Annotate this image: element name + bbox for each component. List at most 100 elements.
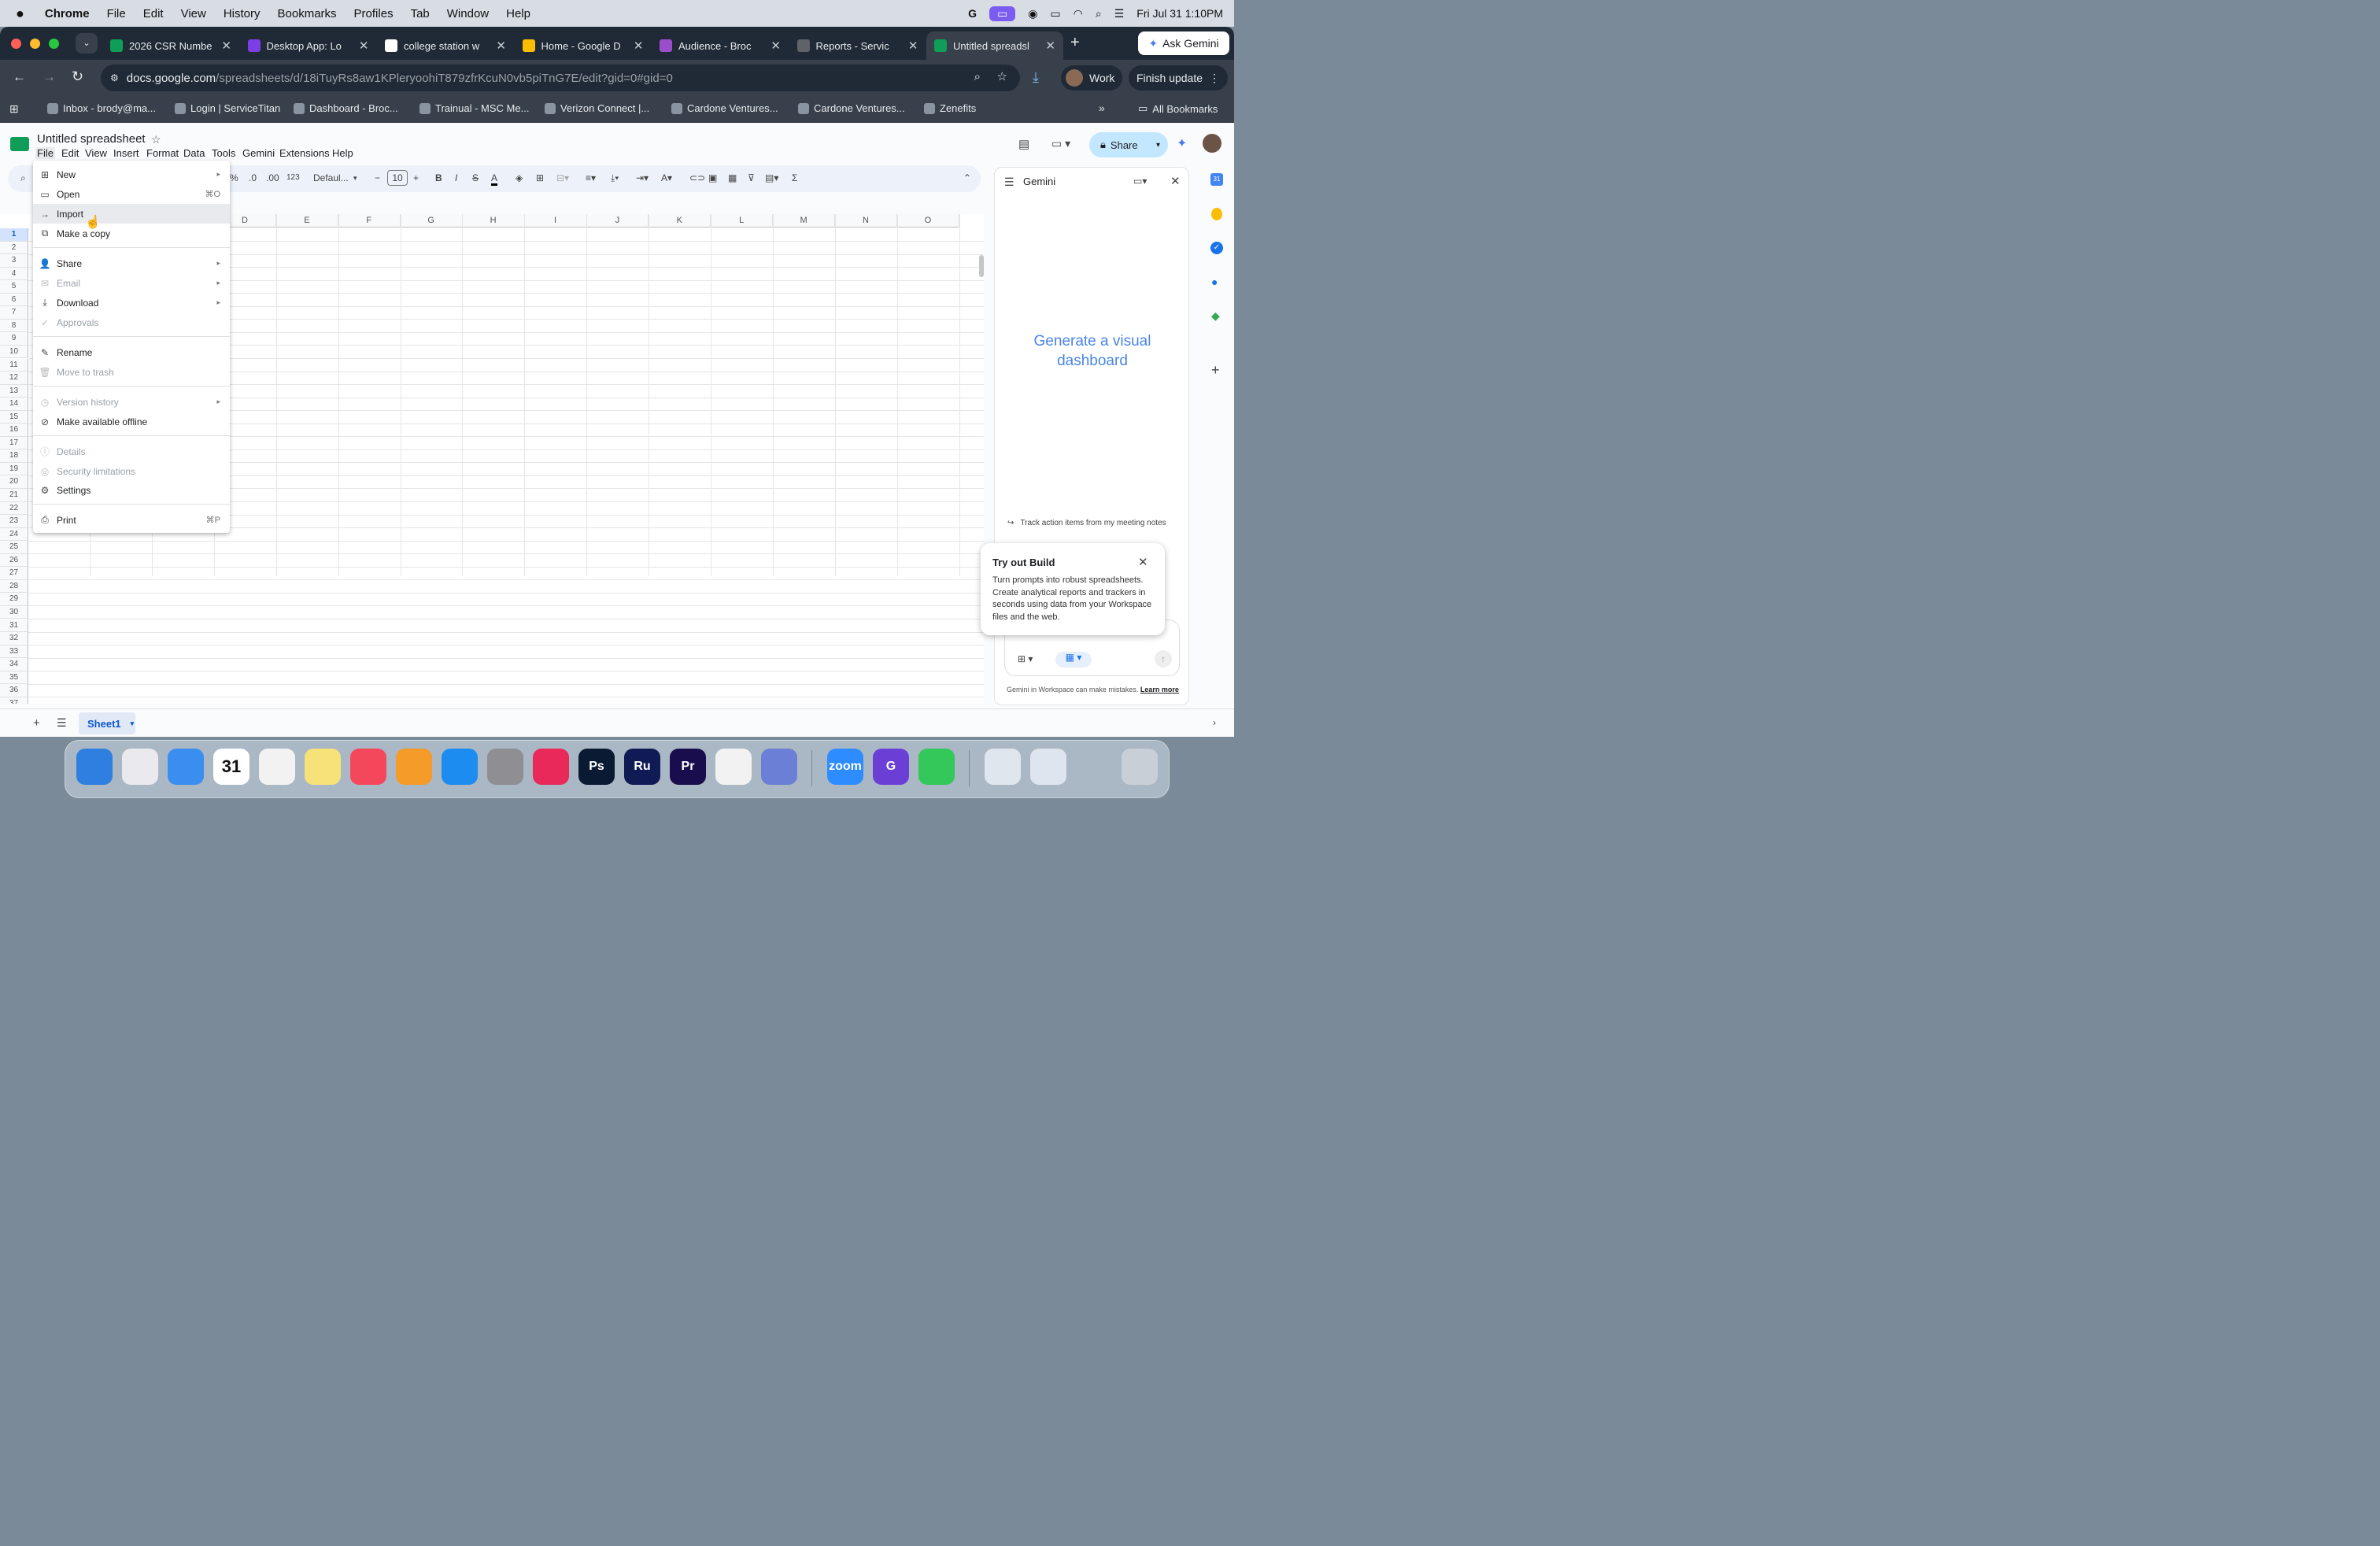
browser-tab[interactable]: Desktop App: Lo ✕ (240, 31, 377, 60)
menubar-item-view[interactable]: View (181, 7, 206, 20)
bold-button[interactable]: B (435, 172, 442, 183)
close-tab-icon[interactable]: ✕ (221, 39, 231, 53)
row-header[interactable]: 32 (0, 632, 28, 645)
dock-pages-icon[interactable] (396, 749, 432, 785)
close-tab-icon[interactable]: ✕ (634, 39, 644, 53)
column-header[interactable]: M (773, 214, 836, 227)
column-header[interactable]: J (586, 214, 649, 227)
screen-share-icon[interactable]: ▭ (989, 6, 1016, 21)
dock-mail-icon[interactable] (168, 749, 204, 785)
zoom-icon[interactable]: ⌕ (974, 70, 981, 83)
star-icon[interactable]: ☆ (151, 133, 161, 146)
row-header[interactable]: 24 (0, 527, 28, 542)
text-color-button[interactable]: A (491, 172, 498, 186)
row-header[interactable]: 25 (0, 541, 28, 554)
bookmark-item[interactable]: Verizon Connect |... (545, 102, 649, 114)
merge-cells-icon[interactable]: ⊟▾ (556, 172, 569, 183)
file-menu-details[interactable]: ⓘ Details (33, 442, 230, 461)
row-header[interactable]: 22 (0, 501, 28, 516)
sheets-menu-tools[interactable]: Tools (212, 147, 235, 159)
row-header[interactable]: 21 (0, 489, 28, 502)
dock-app-store-icon[interactable] (442, 749, 478, 785)
sheets-menu-format[interactable]: Format (146, 147, 179, 159)
menubar-app-name[interactable]: Chrome (45, 7, 90, 20)
menubar-item-tab[interactable]: Tab (411, 7, 430, 20)
row-header[interactable]: 9 (0, 332, 28, 346)
dock-finder-icon[interactable] (76, 749, 113, 785)
send-arrow-icon[interactable]: ↑ (1155, 650, 1172, 668)
meet-icon[interactable]: ▭ ▾ (1051, 137, 1070, 150)
column-header[interactable]: G (400, 214, 463, 227)
browser-tab[interactable]: Untitled spreadsl ✕ (926, 31, 1063, 60)
profile-button[interactable]: Work (1061, 65, 1122, 91)
menubar-item-edit[interactable]: Edit (143, 7, 164, 20)
close-popup-icon[interactable]: ✕ (1138, 555, 1148, 569)
dock-grammarly-icon[interactable]: G (873, 749, 909, 785)
column-header[interactable]: L (711, 214, 774, 227)
file-menu-print[interactable]: ⎙ Print ⌘P (33, 510, 230, 530)
bookmark-item[interactable]: Dashboard - Broc... (294, 102, 398, 114)
sheets-menu-edit[interactable]: Edit (61, 147, 79, 159)
dock-photoshop-icon[interactable]: Ps (578, 749, 615, 785)
browser-tab[interactable]: college station w ✕ (377, 31, 514, 60)
column-header[interactable]: N (835, 214, 897, 227)
font-size-increase-button[interactable]: + (413, 172, 419, 183)
ask-gemini-button[interactable]: ✦ Ask Gemini (1138, 31, 1229, 55)
vertical-align-icon[interactable]: ⤓▾ (611, 172, 619, 184)
file-menu-make-a-copy[interactable]: ⧉ Make a copy (33, 224, 230, 243)
italic-button[interactable]: I (455, 172, 457, 183)
file-menu-move-to-trash[interactable]: 🗑 Move to trash (33, 362, 230, 382)
menubar-item-bookmarks[interactable]: Bookmarks (278, 7, 337, 20)
column-header[interactable]: H (462, 214, 525, 227)
dock-window-preview-icon[interactable] (1030, 749, 1066, 785)
reload-icon[interactable]: ↻ (72, 68, 83, 85)
row-header[interactable]: 15 (0, 410, 28, 424)
font-size-decrease-button[interactable]: − (375, 172, 380, 183)
row-header[interactable]: 12 (0, 372, 28, 385)
site-info-icon[interactable]: ⚙ (110, 72, 119, 83)
all-sheets-icon[interactable]: ☰ (57, 716, 67, 730)
bookmark-star-icon[interactable]: ☆ (997, 69, 1007, 83)
dock-phone-icon[interactable] (918, 749, 955, 785)
new-tab-button[interactable]: + (1070, 34, 1080, 52)
menubar-item-window[interactable]: Window (447, 7, 489, 20)
menubar-item-file[interactable]: File (107, 7, 126, 20)
gemini-headline[interactable]: Generate a visual dashboard (1022, 331, 1163, 371)
font-size-input[interactable]: 10 (387, 170, 408, 186)
gemini-sparkle-icon[interactable]: ✦ (1177, 135, 1187, 151)
borders-icon[interactable]: ⊞ (536, 172, 544, 183)
file-menu-rename[interactable]: ✎ Rename (33, 342, 230, 362)
row-header[interactable]: 10 (0, 345, 28, 359)
menubar-clock[interactable]: Fri Jul 31 1:10PM (1136, 7, 1223, 20)
omnibox[interactable]: ⚙ docs.google.com/spreadsheets/d/18iTuyR… (101, 65, 1020, 91)
text-rotation-icon[interactable]: A▾ (661, 172, 672, 183)
row-header[interactable]: 13 (0, 384, 28, 398)
contacts-app-icon[interactable]: ● (1211, 276, 1222, 288)
close-window-button[interactable] (11, 39, 21, 49)
dock-chrome-icon[interactable] (715, 749, 752, 785)
file-menu-email[interactable]: ✉ Email ▸ (33, 273, 230, 293)
sheets-menu-view[interactable]: View (85, 147, 107, 159)
sheets-menu-extensions[interactable]: Extensions (279, 147, 330, 159)
file-menu-make-available-offline[interactable]: ⊘ Make available offline (33, 412, 230, 431)
gemini-menu-icon[interactable]: ☰ (1004, 176, 1014, 189)
row-header[interactable]: 14 (0, 398, 28, 411)
explore-arrow-icon[interactable]: › (1213, 717, 1216, 728)
row-header[interactable]: 18 (0, 449, 28, 463)
sheets-menu-insert[interactable]: Insert (113, 147, 139, 159)
forward-arrow-icon[interactable]: → (42, 69, 56, 85)
sheets-menu-file[interactable]: File (35, 147, 55, 159)
panel-layout-icon[interactable]: ▭▾ (1133, 176, 1147, 187)
decrease-decimal-button[interactable]: .0 (249, 172, 257, 183)
sheets-menu-help[interactable]: Help (332, 147, 353, 159)
row-header[interactable]: 17 (0, 436, 28, 450)
number-format-button[interactable]: 123 (286, 173, 300, 182)
dock-photos-icon[interactable] (259, 749, 295, 785)
dock-notes-icon[interactable] (305, 749, 341, 785)
dock-premiere-icon[interactable]: Pr (670, 749, 706, 785)
zoom-window-button[interactable] (49, 39, 59, 49)
file-menu-new[interactable]: ⊞ New ▸ (33, 165, 230, 184)
file-menu-share[interactable]: 👤 Share ▸ (33, 253, 230, 273)
sheet-tab-sheet1[interactable]: Sheet1 ▾ (79, 712, 135, 734)
calendar-app-icon[interactable]: 31 (1210, 173, 1223, 186)
